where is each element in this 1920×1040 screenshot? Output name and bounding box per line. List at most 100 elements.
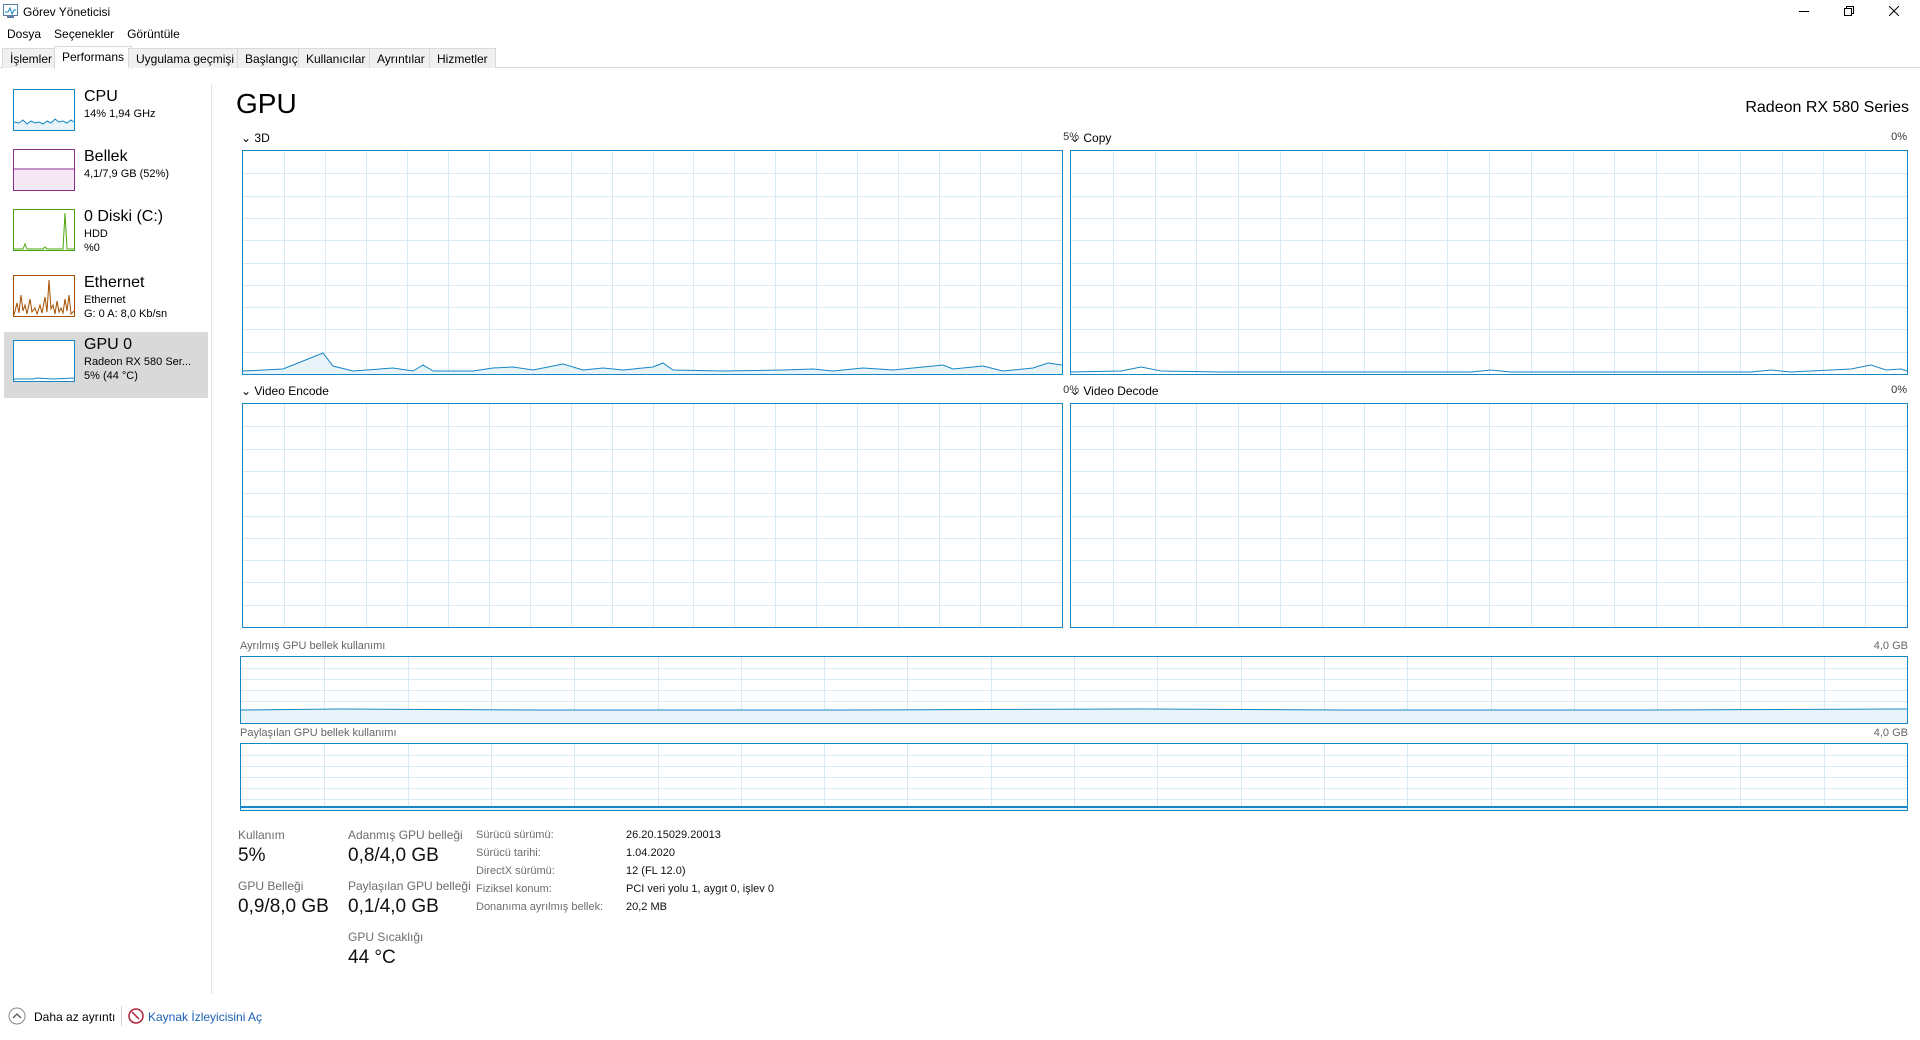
footer-bar: Daha az ayrıntı Kaynak İzleyicisini Aç xyxy=(0,994,1920,1040)
graph-selector-video-decode[interactable]: ⌄ Video Decode xyxy=(1070,384,1159,398)
gpu-memory-value: 0,9/8,0 GB xyxy=(238,896,329,917)
graph-shared-memory xyxy=(240,743,1908,811)
sidebar-item-ethernet[interactable]: Ethernet Ethernet G: 0 A: 8,0 Kb/sn xyxy=(4,270,208,334)
dedicated-gpu-memory-label: Adanmış GPU belleği xyxy=(348,828,463,842)
driver-date-label: Sürücü tarihi: xyxy=(476,847,541,859)
usage-label: Kullanım xyxy=(238,828,285,842)
directx-version-value: 12 (FL 12.0) xyxy=(626,865,686,877)
gpu-temperature-value: 44 °C xyxy=(348,947,396,968)
menu-bar: Dosya Seçenekler Görüntüle xyxy=(0,24,186,44)
graph-selector-video-encode[interactable]: ⌄ Video Encode xyxy=(241,384,329,398)
page-title: GPU xyxy=(236,88,297,119)
sidebar-item-detail-2: G: 0 A: 8,0 Kb/sn xyxy=(84,308,168,320)
sidebar-item-label: GPU 0 xyxy=(84,336,133,353)
graph-video-encode-plot xyxy=(243,404,1062,627)
graph-selector-copy[interactable]: ⌄ Copy xyxy=(1070,131,1111,145)
graph-copy-plot xyxy=(1071,151,1907,374)
hardware-reserved-memory-label: Donanıma ayrılmış bellek: xyxy=(476,901,604,913)
graph-copy xyxy=(1070,150,1908,375)
task-manager-icon xyxy=(3,4,18,18)
shared-gpu-memory-label: Paylaşılan GPU belleği xyxy=(348,879,471,893)
window-title: Görev Yöneticisi xyxy=(23,5,111,19)
physical-location-value: PCI veri yolu 1, aygıt 0, işlev 0 xyxy=(626,883,774,895)
chevron-down-icon: ⌄ xyxy=(241,384,255,398)
driver-version-label: Sürücü sürümü: xyxy=(476,829,554,841)
graph-video-decode-plot xyxy=(1071,404,1907,627)
gpu-panel: GPU Radeon RX 580 Series ⌄ 3D 5% ⌄ Copy … xyxy=(213,84,1920,994)
tab-performance[interactable]: Performans xyxy=(54,46,133,69)
performance-sidebar: CPU 14% 1,94 GHz Bellek 4,1/7,9 GB (52%)… xyxy=(0,84,212,994)
sidebar-item-label: CPU xyxy=(84,88,118,105)
tab-services[interactable]: Hizmetler xyxy=(429,48,496,68)
resource-monitor-icon xyxy=(128,1008,144,1024)
driver-version-value: 26.20.15029.20013 xyxy=(626,829,721,841)
hardware-reserved-memory-value: 20,2 MB xyxy=(626,901,667,913)
driver-date-value: 1.04.2020 xyxy=(626,847,675,859)
cpu-thumbnail-graph xyxy=(13,89,75,131)
close-icon xyxy=(1888,6,1899,16)
menu-file[interactable]: Dosya xyxy=(0,24,47,44)
dedicated-gpu-memory-value: 0,8/4,0 GB xyxy=(348,845,439,866)
tab-startup[interactable]: Başlangıç xyxy=(237,48,306,68)
sidebar-item-gpu[interactable]: GPU 0 Radeon RX 580 Ser... 5% (44 °C) xyxy=(4,332,208,398)
chevron-down-icon: ⌄ xyxy=(1070,384,1084,398)
restore-button[interactable] xyxy=(1826,0,1871,22)
shared-memory-label: Paylaşılan GPU bellek kullanımı xyxy=(240,727,397,739)
sidebar-item-detail-2: 5% (44 °C) xyxy=(84,370,138,382)
memory-thumbnail-graph xyxy=(13,149,75,191)
dedicated-memory-label: Ayrılmış GPU bellek kullanımı xyxy=(240,640,386,652)
shared-memory-max: 4,0 GB xyxy=(1873,727,1908,739)
physical-location-label: Fiziksel konum: xyxy=(476,883,552,895)
graph-grid xyxy=(1071,151,1907,374)
tab-details[interactable]: Ayrıntılar xyxy=(369,48,433,68)
graph-grid xyxy=(243,404,1062,627)
sidebar-item-label: 0 Diski (C:) xyxy=(84,208,164,225)
sidebar-item-detail: 4,1/7,9 GB (52%) xyxy=(84,168,169,180)
graph-grid xyxy=(1071,404,1907,627)
gpu-memory-label: GPU Belleği xyxy=(238,879,304,893)
graph-3d xyxy=(242,150,1063,375)
open-resource-monitor-link[interactable]: Kaynak İzleyicisini Aç xyxy=(128,1007,278,1027)
graph-3d-plot xyxy=(243,151,1062,374)
menu-view[interactable]: Görüntüle xyxy=(120,24,186,44)
sidebar-item-detail: Ethernet xyxy=(84,294,126,306)
less-details-label: Daha az ayrıntı xyxy=(34,1010,116,1024)
sidebar-item-detail-2: %0 xyxy=(84,242,100,254)
gpu-temperature-label: GPU Sıcaklığı xyxy=(348,930,424,944)
gpu-model-name: Radeon RX 580 Series xyxy=(1745,99,1909,116)
restore-icon xyxy=(1843,6,1854,16)
ethernet-thumbnail-graph xyxy=(13,275,75,317)
tab-bar: İşlemler Performans Uygulama geçmişi Baş… xyxy=(0,46,1920,69)
sidebar-item-label: Ethernet xyxy=(84,274,145,291)
sidebar-item-detail: 14% 1,94 GHz xyxy=(84,108,156,120)
title-bar: Görev Yöneticisi xyxy=(0,0,1920,24)
graph-selector-3d[interactable]: ⌄ 3D xyxy=(241,131,270,145)
tab-app-history[interactable]: Uygulama geçmişi xyxy=(128,48,243,68)
graph-video-encode xyxy=(242,403,1063,628)
tab-users[interactable]: Kullanıcılar xyxy=(298,48,374,68)
footer-divider xyxy=(121,1006,122,1026)
graph-grid xyxy=(243,151,1062,374)
close-button[interactable] xyxy=(1871,0,1916,22)
gpu-thumbnail-graph xyxy=(13,340,75,382)
dedicated-memory-max: 4,0 GB xyxy=(1873,640,1908,652)
sidebar-item-label: Bellek xyxy=(84,148,128,165)
chevron-down-icon: ⌄ xyxy=(1070,131,1084,145)
menu-options[interactable]: Seçenekler xyxy=(47,24,120,44)
sidebar-item-cpu[interactable]: CPU 14% 1,94 GHz xyxy=(4,84,208,148)
graph-max-copy: 0% xyxy=(1891,131,1907,143)
directx-version-label: DirectX sürümü: xyxy=(476,865,555,877)
sidebar-item-disk[interactable]: 0 Diski (C:) HDD %0 xyxy=(4,204,208,268)
usage-value: 5% xyxy=(238,845,266,866)
chevron-up-circle-icon xyxy=(8,1007,26,1025)
sidebar-item-detail: Radeon RX 580 Ser... xyxy=(84,356,192,368)
sidebar-item-memory[interactable]: Bellek 4,1/7,9 GB (52%) xyxy=(4,144,208,208)
minimize-icon xyxy=(1798,11,1809,12)
tab-processes[interactable]: İşlemler xyxy=(2,48,61,68)
chevron-down-icon: ⌄ xyxy=(241,131,255,145)
minimize-button[interactable] xyxy=(1781,0,1826,22)
disk-thumbnail-graph xyxy=(13,209,75,251)
shared-gpu-memory-value: 0,1/4,0 GB xyxy=(348,896,439,917)
less-details-button[interactable]: Daha az ayrıntı xyxy=(8,1007,118,1027)
graph-dedicated-memory-plot xyxy=(241,657,1907,723)
